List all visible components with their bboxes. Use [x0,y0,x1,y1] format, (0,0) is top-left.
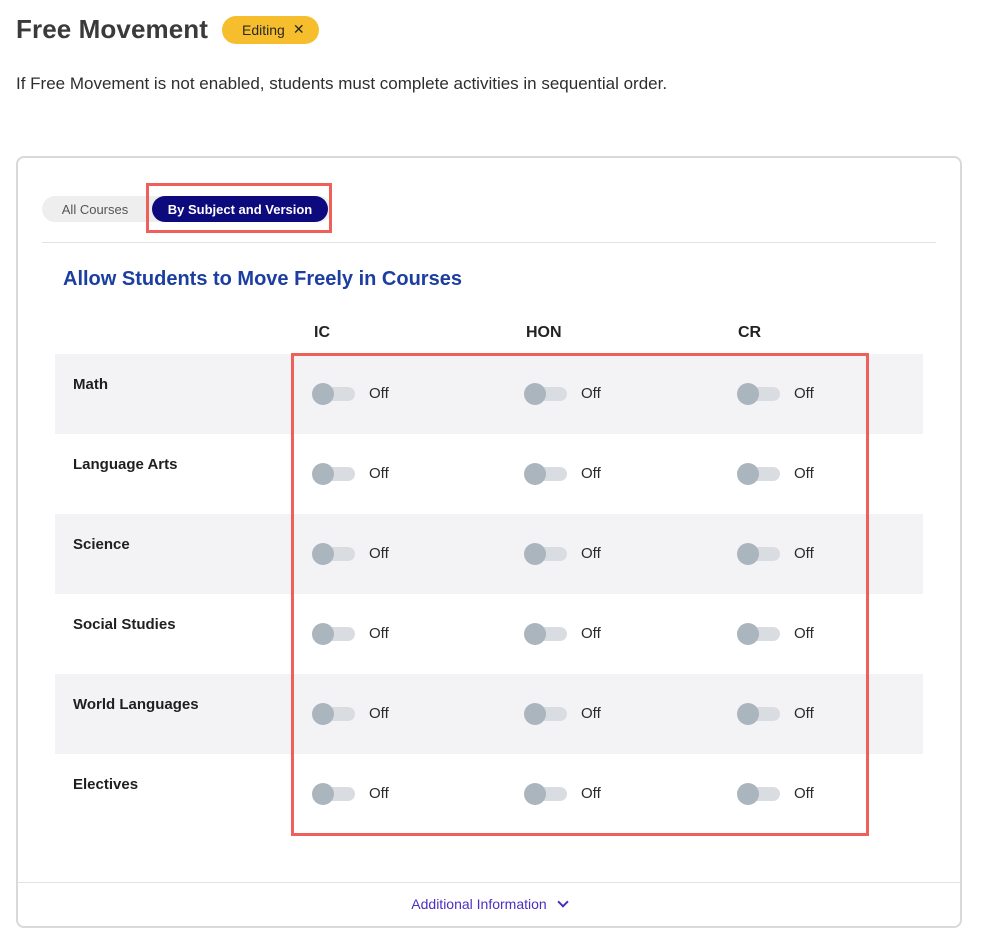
settings-card: All Courses By Subject and Version Allow… [16,156,962,928]
subject-label: Social Studies [73,616,176,633]
editing-badge: Editing ✕ [222,15,319,44]
subject-label: Science [73,536,130,553]
page-title: Free Movement [16,14,209,44]
tab-all-courses[interactable]: All Courses [42,196,148,222]
additional-information-label: Additional Information [411,896,547,912]
page-header: Free Movement Editing ✕ [16,14,319,45]
section-title: Allow Students to Move Freely in Courses [63,268,462,290]
chevron-down-icon [557,896,569,908]
column-header-ic: IC [314,324,330,341]
toggles-highlight-box [291,353,869,836]
column-header-cr: CR [738,324,762,341]
subject-label: Electives [73,776,139,793]
subject-label: World Languages [73,696,199,713]
column-header-hon: HON [526,324,562,341]
tab-highlight-box [146,183,332,233]
divider [18,882,960,883]
editing-badge-label: Editing [242,21,285,38]
divider [42,242,936,243]
additional-information-toggle[interactable]: Additional Information [18,896,960,912]
close-icon[interactable]: ✕ [293,21,305,38]
page-description: If Free Movement is not enabled, student… [16,74,668,93]
subject-label: Math [73,376,108,393]
subject-label: Language Arts [73,456,178,473]
